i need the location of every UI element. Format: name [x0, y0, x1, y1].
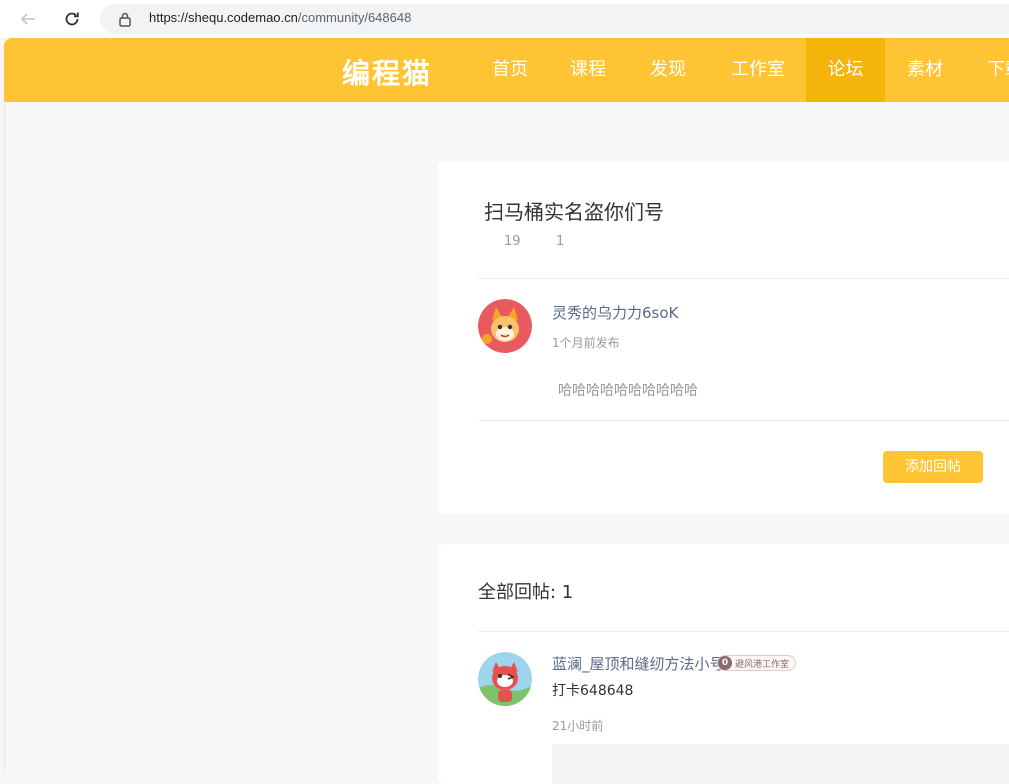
post-title: 扫马桶实名盗你们号 — [484, 200, 664, 224]
left-border — [4, 102, 5, 771]
post-body: 哈哈哈哈哈哈哈哈哈哈 — [558, 383, 698, 399]
nav-item-discover[interactable]: 发现 — [637, 38, 699, 102]
browser-toolbar: https://shequ.codemao.cn/community/64864… — [0, 0, 1009, 38]
url-host: https://shequ.codemao.cn — [149, 10, 298, 25]
reply-author-avatar[interactable] — [478, 652, 532, 706]
nav-item-download[interactable]: 下载 — [974, 38, 1009, 102]
site-header: 编程猫 首页 课程 发现 工作室 论坛 素材 下载 — [4, 38, 1009, 102]
reply-count: 1 — [556, 234, 565, 249]
author-name[interactable]: 灵秀的乌力力6soK — [552, 302, 678, 323]
url-path: /community/648648 — [297, 10, 412, 25]
badge-label: 避风港工作室 — [735, 659, 790, 670]
replies-card: 全部回帖: 1 蓝澜_屋顶和缝纫方法小号 0 避风港工作室 打卡648648 2… — [438, 544, 1009, 784]
nav-item-assets[interactable]: 素材 — [894, 38, 956, 102]
nav-item-courses[interactable]: 课程 — [557, 38, 619, 102]
reply-content: 打卡648648 — [552, 683, 634, 699]
view-count: 19 — [504, 234, 521, 249]
reply-time: 21小时前 — [552, 719, 604, 733]
divider — [478, 278, 1009, 279]
reply-author-name[interactable]: 蓝澜_屋顶和缝纫方法小号 — [552, 653, 725, 674]
reply-comment-box[interactable] — [552, 744, 1009, 784]
lock-icon[interactable] — [118, 11, 132, 27]
nav-item-studio[interactable]: 工作室 — [716, 38, 800, 102]
studio-badge[interactable]: 0 避风港工作室 — [717, 655, 797, 671]
divider — [478, 420, 1009, 421]
add-reply-button[interactable]: 添加回帖 — [883, 451, 983, 483]
badge-level: 0 — [718, 656, 732, 670]
url-text[interactable]: https://shequ.codemao.cn/community/64864… — [149, 10, 411, 25]
site-logo[interactable]: 编程猫 — [342, 52, 432, 92]
post-card: 扫马桶实名盗你们号 19 1 灵秀的乌力力6soK 1个月前发布 哈哈哈哈哈哈哈… — [438, 162, 1009, 514]
nav-item-forum[interactable]: 论坛 — [806, 38, 885, 102]
nav-item-home[interactable]: 首页 — [479, 38, 541, 102]
reload-icon[interactable] — [60, 7, 84, 31]
post-time: 1个月前发布 — [552, 336, 620, 350]
author-avatar[interactable] — [478, 299, 532, 353]
back-arrow-icon[interactable] — [16, 7, 40, 31]
replies-heading: 全部回帖: 1 — [478, 582, 574, 603]
divider — [478, 631, 1009, 632]
